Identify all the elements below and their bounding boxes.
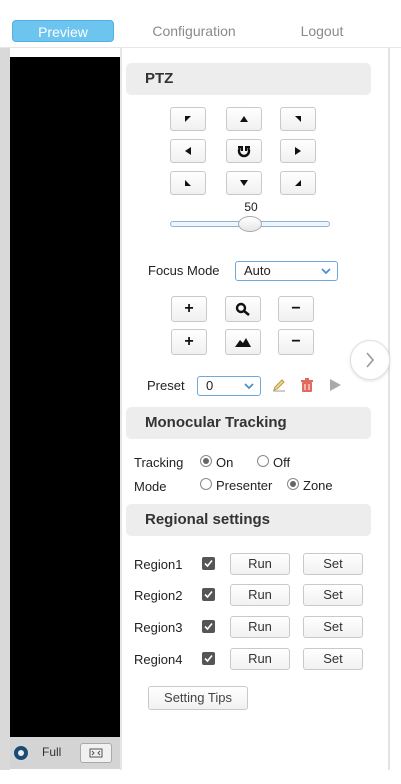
preset-select[interactable]: 0: [197, 376, 261, 396]
edit-preset-icon[interactable]: [271, 377, 287, 393]
checkmark-icon: [204, 590, 213, 599]
regional-settings-header: Regional settings: [126, 504, 371, 536]
region-2-set-button[interactable]: Set: [303, 584, 363, 606]
tracking-off-label: Off: [273, 455, 291, 470]
ptz-right-button[interactable]: [280, 139, 316, 163]
region-4-set-button[interactable]: Set: [303, 648, 363, 670]
focus-near-button[interactable]: +: [171, 329, 207, 355]
focus-mode-label: Focus Mode: [148, 263, 220, 278]
region-4-label: Region4: [134, 652, 183, 667]
left-frame: [0, 48, 10, 784]
focus-button[interactable]: [225, 329, 261, 355]
panel-border: [388, 48, 390, 770]
fit-screen-button[interactable]: [80, 743, 112, 763]
camera-icon[interactable]: [12, 744, 30, 762]
setting-tips-button[interactable]: Setting Tips: [148, 686, 248, 710]
chevron-down-icon: [244, 383, 254, 390]
ptz-header: PTZ: [126, 63, 371, 95]
region-1-label: Region1: [134, 557, 183, 572]
region-3-run-button[interactable]: Run: [230, 616, 290, 638]
expand-panel-button[interactable]: [350, 340, 390, 380]
region-3-set-button[interactable]: Set: [303, 616, 363, 638]
preset-value: 0: [206, 378, 214, 393]
mode-label: Mode: [134, 479, 167, 494]
region-2-run-button[interactable]: Run: [230, 584, 290, 606]
reset-icon: [237, 146, 251, 158]
region-3-label: Region3: [134, 620, 183, 635]
zoom-out-button[interactable]: −: [278, 296, 314, 322]
region-2-checkbox[interactable]: [202, 588, 215, 601]
tracking-on-label: On: [216, 455, 234, 470]
arrow-down-right-icon: [295, 180, 301, 186]
checkmark-icon: [204, 559, 213, 568]
speed-value: 50: [244, 200, 258, 214]
region-4-checkbox[interactable]: [202, 652, 215, 665]
tracking-off-radio[interactable]: [257, 455, 269, 467]
mode-zone-label: Zone: [303, 478, 333, 493]
delete-preset-icon[interactable]: [299, 377, 315, 393]
arrow-right-icon: [295, 147, 301, 155]
monocular-tracking-header: Monocular Tracking: [126, 407, 371, 439]
focus-mode-select[interactable]: Auto: [235, 261, 338, 281]
arrow-down-left-icon: [185, 180, 191, 186]
region-3-checkbox[interactable]: [202, 620, 215, 633]
tracking-on-radio[interactable]: [200, 455, 212, 467]
play-preset-icon[interactable]: [328, 377, 342, 393]
fit-screen-icon: [89, 748, 103, 758]
video-preview[interactable]: [10, 57, 120, 737]
arrow-up-left-icon: [185, 116, 191, 122]
tab-preview[interactable]: Preview: [12, 20, 114, 42]
preset-label: Preset: [147, 378, 185, 393]
mode-presenter-label: Presenter: [216, 478, 273, 493]
arrow-up-icon: [240, 116, 248, 122]
region-1-checkbox[interactable]: [202, 557, 215, 570]
ptz-up-right-button[interactable]: [280, 107, 316, 131]
focus-mode-value: Auto: [244, 263, 271, 278]
region-1-run-button[interactable]: Run: [230, 553, 290, 575]
bottom-frame: [0, 770, 401, 784]
speed-slider-thumb[interactable]: [238, 216, 262, 232]
tab-configuration[interactable]: Configuration: [138, 20, 250, 42]
region-2-label: Region2: [134, 588, 183, 603]
magnifier-icon: [235, 302, 250, 316]
ptz-up-button[interactable]: [226, 107, 262, 131]
mode-zone-radio[interactable]: [287, 478, 299, 490]
checkmark-icon: [204, 654, 213, 663]
ptz-home-button[interactable]: [226, 139, 262, 163]
fullscreen-label[interactable]: Full: [42, 745, 61, 759]
tab-logout[interactable]: Logout: [286, 20, 358, 42]
focus-far-button[interactable]: −: [278, 329, 314, 355]
mountain-icon: [235, 338, 251, 347]
chevron-down-icon: [321, 268, 331, 275]
ptz-up-left-button[interactable]: [170, 107, 206, 131]
tracking-label: Tracking: [134, 455, 184, 470]
zoom-button[interactable]: [225, 296, 261, 322]
ptz-down-button[interactable]: [226, 171, 262, 195]
zoom-in-button[interactable]: +: [171, 296, 207, 322]
mode-presenter-radio[interactable]: [200, 478, 212, 490]
arrow-left-icon: [185, 147, 191, 155]
arrow-down-icon: [240, 180, 248, 186]
ptz-left-button[interactable]: [170, 139, 206, 163]
ptz-down-right-button[interactable]: [280, 171, 316, 195]
checkmark-icon: [204, 622, 213, 631]
region-1-set-button[interactable]: Set: [303, 553, 363, 575]
top-navigation: Preview Configuration Logout: [0, 0, 401, 48]
ptz-down-left-button[interactable]: [170, 171, 206, 195]
region-4-run-button[interactable]: Run: [230, 648, 290, 670]
arrow-up-right-icon: [295, 116, 301, 122]
chevron-right-icon: [366, 352, 375, 368]
